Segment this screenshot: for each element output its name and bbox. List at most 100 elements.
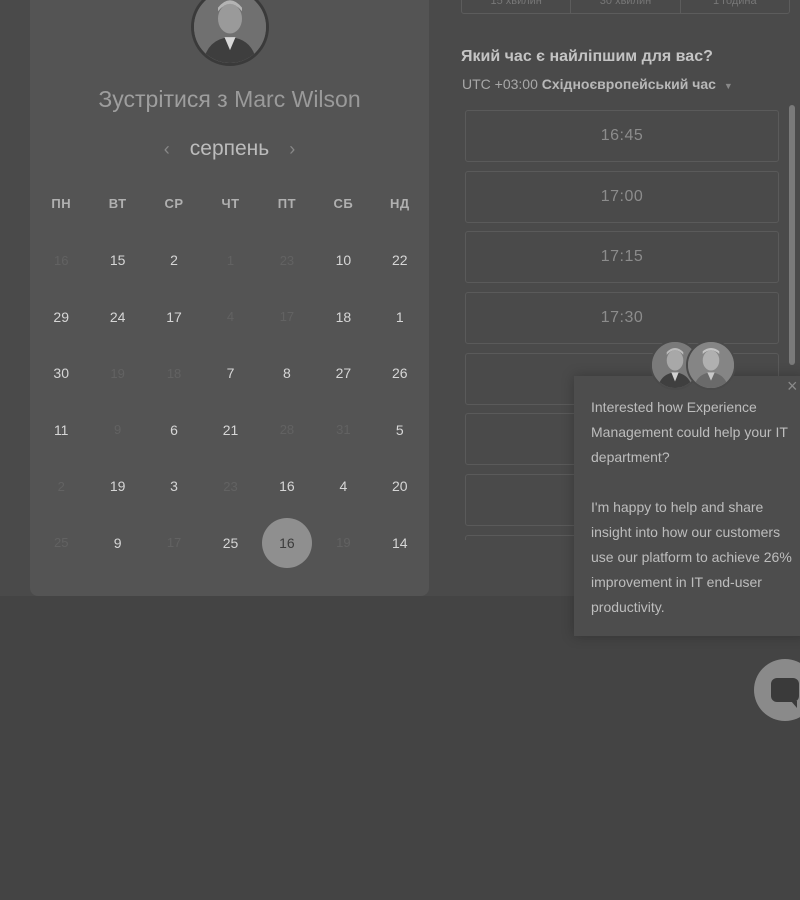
calendar-day-label: 18: [335, 308, 352, 325]
weekday-mon: ПН: [51, 196, 72, 211]
time-slot-button[interactable]: 16:45: [465, 110, 779, 162]
chat-message: Interested how Experience Management cou…: [591, 395, 797, 645]
calendar-day-label: 25: [222, 534, 239, 551]
agent-portrait-icon: [688, 342, 734, 388]
calendar-day-label: 27: [335, 365, 352, 382]
calendar-day-label: 17: [166, 308, 182, 325]
calendar-day[interactable]: 10: [315, 232, 371, 289]
time-slot-scrollbar[interactable]: [789, 105, 795, 365]
tab-duration-15[interactable]: 15 хвилин: [462, 0, 572, 13]
host-portrait-icon: [194, 0, 266, 63]
close-icon[interactable]: ×: [787, 376, 798, 397]
calendar-day: 19: [89, 345, 145, 402]
timezone-selector[interactable]: UTC +03:00 Східноєвропейський час ▼: [462, 76, 733, 92]
month-label: серпень: [189, 137, 270, 160]
meeting-title: Зустрітися з Marc Wilson: [30, 86, 429, 113]
calendar-day[interactable]: 26: [372, 345, 428, 402]
month-navigation: ‹ серпень ›: [30, 134, 429, 164]
calendar-day-label: 22: [391, 252, 408, 269]
calendar-day[interactable]: 16: [259, 458, 315, 515]
calendar-day[interactable]: 27: [315, 345, 371, 402]
calendar-day: 19: [315, 515, 371, 572]
next-month-chevron-icon[interactable]: ›: [285, 139, 299, 160]
calendar-day-grid: 16 15 2 1 23 10 22 29 24 17 4 17 18 1 30 19 18 7 8 27 26 11 9 6…: [33, 232, 428, 571]
title-prefix: Зустрітися з: [98, 86, 228, 112]
calendar-day: 1: [202, 232, 258, 289]
calendar-day: 16: [33, 232, 89, 289]
calendar-day[interactable]: 8: [259, 345, 315, 402]
calendar-day-label: 19: [110, 365, 125, 381]
calendar-day-selected[interactable]: 16: [259, 515, 315, 572]
calendar-day-label: 9: [114, 422, 122, 438]
calendar-day[interactable]: 14: [372, 515, 428, 572]
calendar-day-label: 29: [53, 308, 69, 325]
calendar-day-label: 16: [279, 478, 295, 495]
tab-duration-60[interactable]: 1 година: [681, 0, 789, 13]
calendar-day: 2: [33, 458, 89, 515]
calendar-day[interactable]: 22: [372, 232, 428, 289]
calendar-day[interactable]: 29: [33, 289, 89, 346]
weekday-wed: СР: [164, 196, 184, 211]
timezone-offset: UTC +03:00: [462, 76, 538, 92]
calendar-day: 23: [259, 232, 315, 289]
calendar-day[interactable]: 17: [146, 289, 202, 346]
calendar-day-label: 24: [109, 308, 126, 325]
calendar-day-label: 17: [279, 309, 295, 325]
chat-launcher-button[interactable]: [754, 659, 800, 721]
calendar-day[interactable]: 24: [89, 289, 145, 346]
calendar-day-label: 25: [53, 535, 69, 551]
calendar-day-label: 17: [166, 535, 182, 551]
calendar-day[interactable]: 5: [372, 402, 428, 459]
calendar-day[interactable]: 9: [89, 515, 145, 572]
calendar-day-label: 15: [109, 252, 126, 269]
calendar-day-label: 23: [223, 478, 238, 494]
calendar-day[interactable]: 3: [146, 458, 202, 515]
calendar-day-label: 10: [335, 252, 352, 269]
calendar-day: 18: [146, 345, 202, 402]
time-slot-button[interactable]: 17:15: [465, 231, 779, 284]
calendar-day: 9: [89, 402, 145, 459]
calendar-day[interactable]: 18: [315, 289, 371, 346]
calendar-day[interactable]: 19: [89, 458, 145, 515]
calendar-day[interactable]: 1: [372, 289, 428, 346]
weekday-sun: НД: [389, 196, 410, 211]
tab-duration-30[interactable]: 30 хвилин: [571, 0, 681, 13]
calendar-day: 25: [33, 515, 89, 572]
calendar-day-label: 4: [339, 478, 348, 495]
agent-avatar: [686, 340, 736, 390]
calendar-day: 4: [202, 289, 258, 346]
calendar-day[interactable]: 21: [202, 402, 258, 459]
calendar-day-label: 4: [226, 309, 235, 325]
calendar-day[interactable]: 15: [89, 232, 145, 289]
calendar-day-label: 19: [336, 535, 351, 551]
calendar-day-label: 31: [336, 422, 351, 438]
calendar-day[interactable]: 25: [202, 515, 258, 572]
calendar-day-label: 7: [226, 365, 235, 382]
calendar-day: 23: [202, 458, 258, 515]
calendar-day[interactable]: 20: [372, 458, 428, 515]
calendar-day[interactable]: 7: [202, 345, 258, 402]
calendar-day: 17: [259, 289, 315, 346]
calendar-day-label: 14: [391, 534, 408, 551]
calendar-day-label: 21: [222, 421, 239, 438]
chat-bubble-icon: [771, 678, 799, 708]
calendar-day-label: 26: [391, 365, 408, 382]
host-name: Marc Wilson: [234, 86, 361, 112]
calendar-day: 31: [315, 402, 371, 459]
time-slot-button[interactable]: 17:00: [465, 170, 779, 223]
calendar-day[interactable]: 2: [146, 232, 202, 289]
calendar-day[interactable]: 6: [146, 402, 202, 459]
prev-month-chevron-icon[interactable]: ‹: [160, 139, 174, 160]
duration-tabs: 15 хвилин 30 хвилин 1 година: [461, 0, 790, 14]
calendar-day-label: 3: [170, 478, 178, 495]
weekday-fri: ПТ: [277, 196, 297, 211]
calendar-day[interactable]: 30: [33, 345, 89, 402]
calendar-day-label: 6: [170, 421, 178, 438]
calendar-day-label: 16: [53, 252, 69, 268]
calendar-day-label: 9: [113, 534, 122, 551]
calendar-day[interactable]: 11: [33, 402, 89, 459]
weekday-header: ПН ВТ СР ЧТ ПТ СБ НД: [33, 196, 428, 211]
chat-message-line: Interested how Experience Management cou…: [591, 399, 788, 465]
time-slot-button[interactable]: 17:30: [465, 292, 779, 345]
calendar-day[interactable]: 4: [315, 458, 371, 515]
